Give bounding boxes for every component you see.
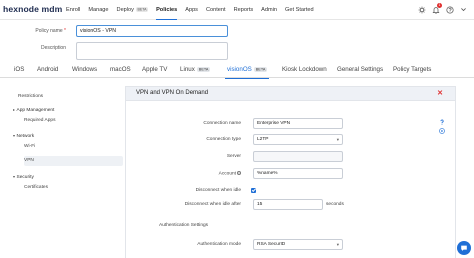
info-icon[interactable]: i bbox=[237, 171, 241, 175]
tab-android[interactable]: Android bbox=[37, 66, 58, 78]
authentication-mode-value: RSA SecurID bbox=[257, 242, 286, 247]
nav-content[interactable]: Content bbox=[206, 0, 226, 20]
tab-apple-tv[interactable]: Apple TV bbox=[142, 66, 167, 78]
nav-enroll[interactable]: Enroll bbox=[66, 0, 80, 20]
sidebar-item-certificates[interactable]: Certificates bbox=[24, 185, 48, 190]
sidebar-group-network[interactable]: ▾ Network bbox=[13, 133, 34, 139]
nav-reports[interactable]: Reports bbox=[234, 0, 254, 20]
authentication-mode-label: Authentication mode bbox=[197, 242, 241, 247]
chevron-down-icon: ▾ bbox=[13, 174, 16, 179]
disconnect-when-idle-label: Disconnect when idle bbox=[195, 188, 241, 193]
connection-type-select[interactable]: L2TP ▾ bbox=[253, 134, 343, 145]
disconnect-after-label: Disconnect when idle after bbox=[184, 202, 241, 207]
platform-tabs: iOS Android Windows macOS Apple TV Linux… bbox=[0, 64, 474, 79]
chevron-down-icon: ▾ bbox=[336, 137, 339, 142]
description-textarea[interactable] bbox=[76, 42, 228, 60]
bell-icon[interactable]: 1 bbox=[431, 3, 442, 14]
account-label: Account i bbox=[126, 171, 241, 176]
chevron-right-icon: ▸ bbox=[13, 107, 16, 112]
nav-get-started[interactable]: Get Started bbox=[285, 0, 314, 20]
account-input[interactable]: %name% bbox=[253, 168, 343, 179]
beta-badge: BETA bbox=[196, 66, 211, 72]
beta-badge: BETA bbox=[135, 6, 149, 12]
top-navigation-bar: hexnode mdm Enroll Manage Deploy BETA Pol… bbox=[0, 0, 474, 20]
tab-ios[interactable]: iOS bbox=[14, 66, 24, 78]
connection-name-input[interactable]: Enterprise VPN bbox=[253, 118, 343, 129]
play-video-icon[interactable] bbox=[439, 121, 445, 139]
chat-icon bbox=[461, 245, 467, 251]
sidebar-item-vpn[interactable]: VPN bbox=[24, 158, 34, 163]
sidebar-group-label: App Management bbox=[16, 108, 55, 113]
help-icon[interactable] bbox=[445, 5, 454, 14]
vpn-settings-panel: VPN and VPN On Demand ✕ Connection name … bbox=[125, 86, 456, 258]
nav-deploy-label: Deploy bbox=[116, 7, 134, 13]
policy-name-label-text: Policy name bbox=[35, 28, 63, 34]
sidebar-item-wifi[interactable]: Wi-Fi bbox=[24, 144, 35, 149]
nav-apps[interactable]: Apps bbox=[185, 0, 198, 20]
nav-deploy[interactable]: Deploy BETA bbox=[117, 0, 149, 20]
tab-general-settings[interactable]: General Settings bbox=[337, 66, 383, 78]
account-label-text: Account bbox=[218, 171, 236, 177]
server-input[interactable] bbox=[253, 151, 343, 162]
sidebar-group-app-management[interactable]: ▸ App Management bbox=[13, 107, 54, 113]
main-nav: Enroll Manage Deploy BETA Policies Apps C… bbox=[66, 0, 322, 20]
tab-kiosk-lockdown[interactable]: Kiosk Lockdown bbox=[282, 66, 327, 78]
sidebar-item-restrictions[interactable]: Restrictions bbox=[18, 94, 43, 99]
policy-name-label: Policy name * bbox=[0, 28, 66, 34]
sidebar-group-security[interactable]: ▾ Security bbox=[13, 174, 34, 180]
sidebar-group-label: Network bbox=[16, 134, 35, 139]
connection-name-label: Connection name bbox=[203, 121, 241, 126]
disconnect-when-idle-checkbox[interactable] bbox=[251, 188, 256, 193]
top-right-icons: 1 bbox=[412, 3, 468, 14]
connection-type-label: Connection type bbox=[206, 137, 241, 142]
tab-linux[interactable]: Linux BETA bbox=[180, 66, 211, 78]
tab-visionos-label: visionOS bbox=[227, 66, 252, 73]
server-label: Server bbox=[226, 154, 241, 159]
chevron-down-icon: ▾ bbox=[13, 133, 16, 138]
description-label: Description bbox=[40, 45, 66, 51]
authentication-settings-heading: Authentication Settings bbox=[159, 223, 209, 228]
disconnect-after-input[interactable]: 15 bbox=[253, 199, 323, 210]
sidebar-active-highlight bbox=[24, 156, 123, 166]
panel-title: VPN and VPN On Demand bbox=[136, 90, 209, 96]
tab-macos[interactable]: macOS bbox=[110, 66, 131, 78]
chevron-down-icon: ▾ bbox=[336, 242, 339, 247]
notification-count-badge: 1 bbox=[437, 3, 442, 8]
tab-visionos[interactable]: visionOS BETA bbox=[224, 66, 270, 79]
user-menu-chevron-icon[interactable] bbox=[459, 5, 468, 14]
tab-linux-label: Linux bbox=[180, 66, 195, 73]
nav-admin[interactable]: Admin bbox=[261, 0, 277, 20]
policy-sidebar: Restrictions ▸ App Management Required Ap… bbox=[10, 86, 123, 258]
tab-windows[interactable]: Windows bbox=[72, 66, 97, 78]
chat-support-button[interactable] bbox=[457, 241, 471, 255]
seconds-unit-label: seconds bbox=[326, 202, 344, 207]
required-mark: * bbox=[64, 28, 66, 34]
nav-manage[interactable]: Manage bbox=[88, 0, 108, 20]
settings-icon[interactable] bbox=[417, 5, 426, 14]
panel-header: VPN and VPN On Demand ✕ bbox=[126, 87, 455, 101]
sidebar-item-required-apps[interactable]: Required Apps bbox=[24, 118, 55, 123]
policy-name-input[interactable]: visionOS - VPN bbox=[76, 25, 228, 37]
tab-policy-targets[interactable]: Policy Targets bbox=[393, 66, 431, 78]
nav-policies[interactable]: Policies bbox=[156, 0, 178, 20]
beta-badge: BETA bbox=[253, 66, 268, 72]
close-icon[interactable]: ✕ bbox=[437, 89, 443, 97]
authentication-mode-select[interactable]: RSA SecurID ▾ bbox=[253, 239, 343, 250]
sidebar-group-label: Security bbox=[16, 175, 34, 180]
hexnode-logo[interactable]: hexnode mdm bbox=[3, 4, 62, 14]
connection-type-value: L2TP bbox=[257, 137, 269, 142]
